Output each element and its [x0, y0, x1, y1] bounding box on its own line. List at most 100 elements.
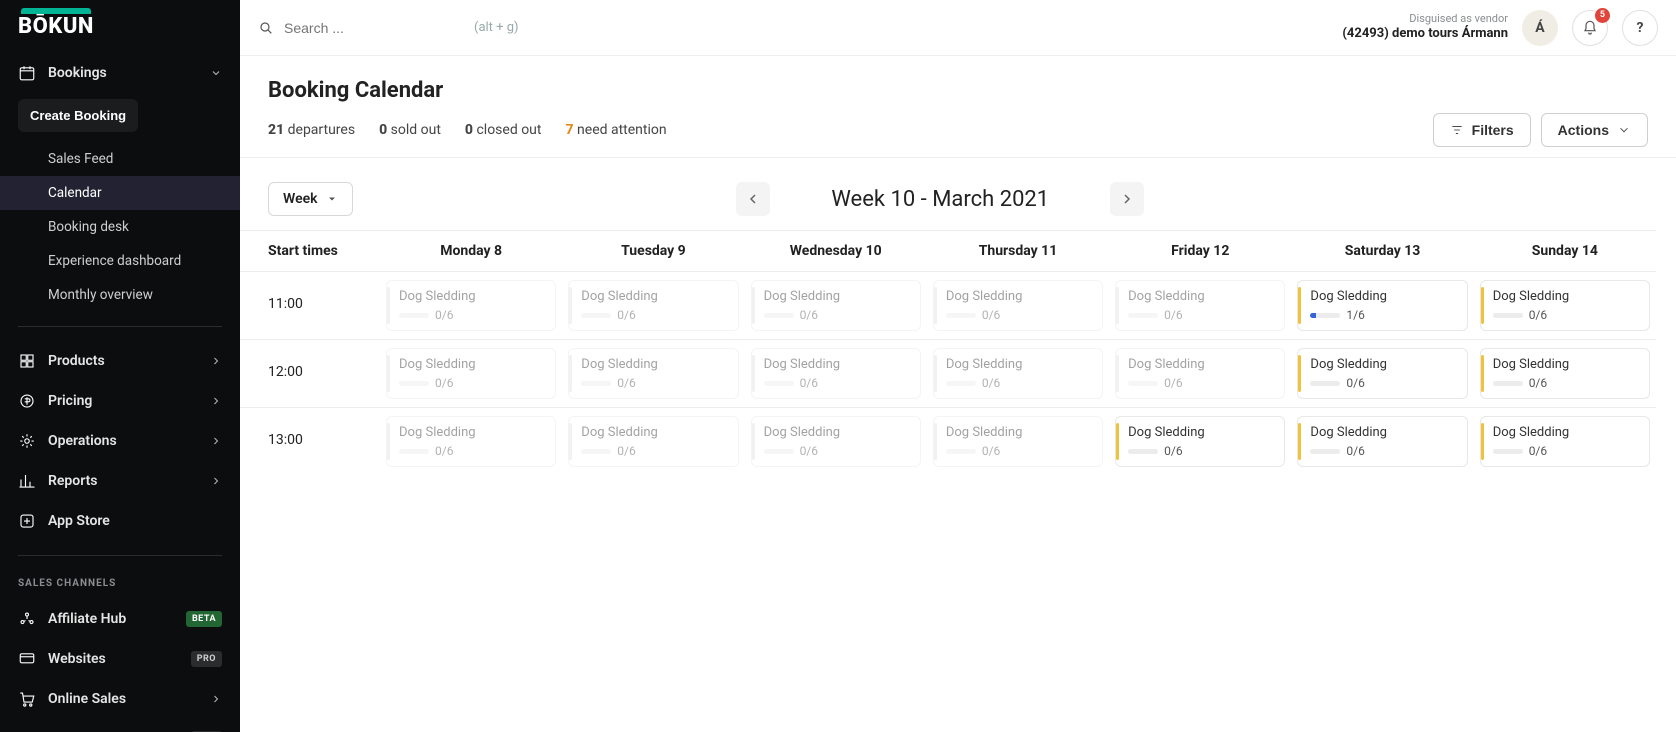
- sidebar-item-websites[interactable]: WebsitesPRO: [0, 639, 240, 679]
- booking-slot[interactable]: Dog Sledding0/6: [386, 416, 556, 467]
- search-field[interactable]: (alt + g): [258, 20, 1328, 36]
- slot-accent-bar: [387, 423, 390, 460]
- capacity-progress: [399, 381, 429, 386]
- next-week-button[interactable]: [1110, 182, 1144, 216]
- booking-slot[interactable]: Dog Sledding0/6: [386, 280, 556, 331]
- capacity-progress: [1493, 449, 1523, 454]
- capacity-label: 0/6: [1529, 308, 1547, 322]
- prev-week-button[interactable]: [736, 182, 770, 216]
- slot-capacity: 0/6: [1310, 376, 1456, 390]
- slot-title: Dog Sledding: [764, 425, 910, 440]
- slot-accent-bar: [1116, 287, 1119, 324]
- search-input[interactable]: [284, 20, 464, 36]
- sidebar-item-online-sales[interactable]: Online Sales: [0, 679, 240, 719]
- week-range-label: Week 10 - March 2021: [790, 187, 1090, 212]
- capacity-progress: [581, 313, 611, 318]
- sidebar-item-calendar[interactable]: Calendar: [0, 176, 240, 210]
- slot-capacity: 0/6: [946, 308, 1092, 322]
- booking-slot[interactable]: Dog Sledding0/6: [933, 416, 1103, 467]
- calendar-cell: Dog Sledding0/6: [1291, 339, 1473, 407]
- slot-title: Dog Sledding: [946, 289, 1092, 304]
- bell-icon: [1582, 20, 1598, 36]
- calendar-icon: [18, 64, 36, 82]
- sidebar-item-app-store[interactable]: App Store: [0, 501, 240, 541]
- view-selector[interactable]: Week: [268, 182, 353, 216]
- booking-slot[interactable]: Dog Sledding0/6: [1297, 416, 1467, 467]
- capacity-progress: [1310, 381, 1340, 386]
- slot-capacity: 0/6: [399, 444, 545, 458]
- calendar-row: 11:00Dog Sledding0/6Dog Sledding0/6Dog S…: [240, 271, 1656, 339]
- booking-slot[interactable]: Dog Sledding1/6: [1297, 280, 1467, 331]
- sidebar-item-experience-dashboard[interactable]: Experience dashboard: [0, 244, 240, 278]
- filters-button[interactable]: Filters: [1433, 113, 1531, 147]
- slot-accent-bar: [1481, 423, 1484, 460]
- sidebar-item-marketplace[interactable]: MarketplacePRO: [0, 719, 240, 732]
- booking-slot[interactable]: Dog Sledding0/6: [1480, 416, 1650, 467]
- booking-slot[interactable]: Dog Sledding0/6: [1297, 348, 1467, 399]
- calendar-cell: Dog Sledding0/6: [745, 339, 927, 407]
- slot-accent-bar: [934, 355, 937, 392]
- calendar-row: 13:00Dog Sledding0/6Dog Sledding0/6Dog S…: [240, 407, 1656, 475]
- topbar: (alt + g) Disguised as vendor (42493) de…: [240, 0, 1676, 56]
- capacity-label: 0/6: [1164, 376, 1182, 390]
- slot-accent-bar: [1481, 355, 1484, 392]
- booking-slot[interactable]: Dog Sledding0/6: [751, 348, 921, 399]
- booking-slot[interactable]: Dog Sledding0/6: [1115, 348, 1285, 399]
- booking-slot[interactable]: Dog Sledding 0/6: [1480, 280, 1650, 331]
- booking-slot[interactable]: Dog Sledding0/6: [751, 280, 921, 331]
- reports-icon: [18, 472, 36, 490]
- sidebar-item-monthly-overview[interactable]: Monthly overview: [0, 278, 240, 312]
- capacity-progress: [1493, 313, 1523, 318]
- notifications-button[interactable]: 5: [1572, 10, 1608, 46]
- sidebar-item-booking-desk[interactable]: Booking desk: [0, 210, 240, 244]
- capacity-label: 0/6: [617, 444, 635, 458]
- chevron-right-icon: [210, 355, 222, 367]
- capacity-label: 0/6: [1346, 376, 1364, 390]
- booking-slot[interactable]: Dog Sledding0/6: [568, 280, 738, 331]
- sidebar-item-products[interactable]: Products: [0, 341, 240, 381]
- sidebar-item-label: Affiliate Hub: [48, 611, 126, 627]
- calendar-cell: Dog Sledding0/6: [1474, 407, 1656, 475]
- stat-attention-label: need attention: [574, 122, 667, 138]
- capacity-label: 0/6: [800, 308, 818, 322]
- nav-item-bookings[interactable]: Bookings: [0, 53, 240, 93]
- slot-accent-bar: [569, 287, 572, 324]
- filters-label: Filters: [1472, 122, 1514, 138]
- app-logo[interactable]: BŌKUN: [0, 0, 240, 49]
- nav-section-channels: Affiliate Hub BETA WebsitesPROOnline Sales…: [0, 595, 240, 732]
- avatar[interactable]: Á: [1522, 10, 1558, 46]
- booking-slot[interactable]: Dog Sledding0/6: [568, 416, 738, 467]
- sidebar-item-label: Products: [48, 353, 105, 369]
- chevron-down-icon: [210, 67, 222, 79]
- sidebar-item-sales-feed[interactable]: Sales Feed: [0, 142, 240, 176]
- booking-slot[interactable]: Dog Sledding 0/6: [933, 280, 1103, 331]
- chevron-down-icon: [326, 193, 338, 205]
- booking-slot[interactable]: Dog Sledding0/6: [1115, 416, 1285, 467]
- booking-slot[interactable]: Dog Sledding0/6: [1115, 280, 1285, 331]
- help-button[interactable]: ?: [1622, 10, 1658, 46]
- booking-slot[interactable]: Dog Sledding0/6: [386, 348, 556, 399]
- calendar-cell: Dog Sledding0/6: [562, 271, 744, 339]
- sidebar-item-pricing[interactable]: Pricing: [0, 381, 240, 421]
- booking-slot[interactable]: Dog Sledding0/6: [1480, 348, 1650, 399]
- slot-accent-bar: [1481, 287, 1484, 324]
- slot-capacity: 0/6: [399, 308, 545, 322]
- slot-title: Dog Sledding: [1493, 289, 1639, 304]
- sidebar-item-reports[interactable]: Reports: [0, 461, 240, 501]
- booking-slot[interactable]: Dog Sledding0/6: [568, 348, 738, 399]
- capacity-label: 0/6: [435, 376, 453, 390]
- divider: [18, 555, 222, 556]
- calendar-grid-wrap[interactable]: Start timesMonday 8Tuesday 9Wednesday 10…: [240, 230, 1676, 732]
- create-booking-button[interactable]: Create Booking: [18, 99, 138, 132]
- capacity-progress: [1493, 381, 1523, 386]
- sidebar-item-affiliate-hub[interactable]: Affiliate Hub BETA: [0, 599, 240, 639]
- sidebar-item-operations[interactable]: Operations: [0, 421, 240, 461]
- badge-beta: BETA: [186, 611, 222, 627]
- actions-button[interactable]: Actions: [1541, 113, 1648, 147]
- sidebar-item-label: App Store: [48, 513, 110, 529]
- stat-departures-num: 21: [268, 122, 284, 138]
- online-sales-icon: [18, 690, 36, 708]
- col-header-saturday-13: Saturday 13: [1291, 230, 1473, 271]
- booking-slot[interactable]: Dog Sledding0/6: [751, 416, 921, 467]
- booking-slot[interactable]: Dog Sledding0/6: [933, 348, 1103, 399]
